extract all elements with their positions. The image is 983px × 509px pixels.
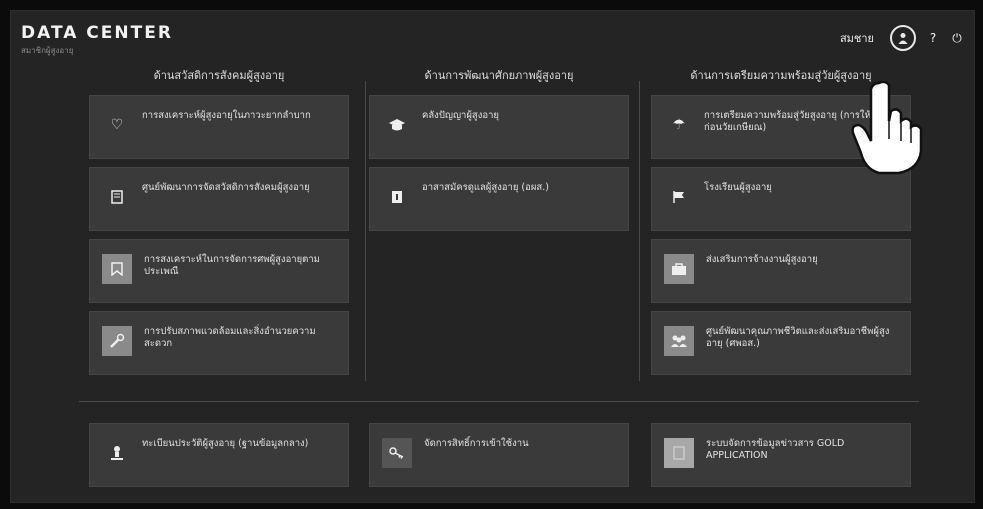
card-label: การปรับสภาพแวดล้อมและสิ่งอำนวยความสะดวก — [144, 326, 316, 349]
key-icon — [382, 438, 412, 468]
card-welfare-center[interactable]: ศูนย์พัฒนาการจัดสวัสดิการสังคมผู้สูงอายุ — [89, 167, 349, 231]
power-icon[interactable]: ⏻ — [950, 31, 964, 46]
card-elderly-school[interactable]: โรงเรียนผู้สูงอายุ — [651, 167, 911, 231]
app-title: DATA CENTER — [21, 23, 173, 43]
card-label: ทะเบียนประวัติผู้สูงอายุ (ฐานข้อมูลกลาง) — [142, 438, 309, 449]
graduation-cap-icon — [386, 114, 408, 136]
book-icon — [106, 186, 128, 208]
flag-icon — [668, 186, 690, 208]
card-knowledge-bank[interactable]: คลังปัญญาผู้สูงอายุ — [369, 95, 629, 159]
heart-icon: ♡ — [110, 117, 124, 133]
card-funeral-assistance[interactable]: การสงเคราะห์ในการจัดการศพผู้สูงอายุตามปร… — [89, 239, 349, 303]
card-label: โรงเรียนผู้สูงอายุ — [704, 182, 772, 193]
card-quality-of-life-center[interactable]: ศูนย์พัฒนาคุณภาพชีวิตและส่งเสริมอาชีพผู้… — [651, 311, 911, 375]
card-environment[interactable]: การปรับสภาพแวดล้อมและสิ่งอำนวยความสะดวก — [89, 311, 349, 375]
top-toolbar: สมชาย ? ⏻ — [840, 25, 964, 51]
person-icon — [106, 442, 128, 464]
card-label: ศูนย์พัฒนาการจัดสวัสดิการสังคมผู้สูงอายุ — [142, 182, 310, 193]
brand: DATA CENTER สมาชิกผู้สูงอายุ — [21, 23, 173, 57]
group-icon — [664, 326, 694, 356]
column-divider — [365, 81, 366, 381]
help-icon[interactable]: ? — [926, 31, 940, 45]
card-employment[interactable]: ส่งเสริมการจ้างงานผู้สูงอายุ — [651, 239, 911, 303]
card-label: ศูนย์พัฒนาคุณภาพชีวิตและส่งเสริมอาชีพผู้… — [706, 326, 890, 349]
section-divider — [79, 401, 919, 402]
user-name[interactable]: สมชาย — [840, 29, 874, 47]
card-access-rights[interactable]: จัดการสิทธิ์การเข้าใช้งาน — [369, 423, 629, 487]
umbrella-icon: ☂ — [672, 117, 686, 133]
badge-icon — [386, 186, 408, 208]
card-label: การสงเคราะห์ในการจัดการศพผู้สูงอายุตามปร… — [144, 254, 320, 277]
profile-icon[interactable] — [890, 25, 916, 51]
column-heading-development: ด้านการพัฒนาศักยภาพผู้สูงอายุ — [424, 69, 574, 82]
card-label: คลังปัญญาผู้สูงอายุ — [422, 110, 499, 121]
card-label: จัดการสิทธิ์การเข้าใช้งาน — [424, 438, 529, 449]
bookmark-icon — [102, 254, 132, 284]
wrench-icon — [102, 326, 132, 356]
card-gold-application[interactable]: ระบบจัดการข้อมูลข่าวสาร GOLD APPLICATION — [651, 423, 911, 487]
card-welfare-hardship[interactable]: ♡ การสงเคราะห์ผู้สูงอายุในภาวะยากลำบาก — [89, 95, 349, 159]
document-icon — [664, 438, 694, 468]
card-label: ส่งเสริมการจ้างงานผู้สูงอายุ — [706, 254, 818, 265]
card-volunteers[interactable]: อาสาสมัครดูแลผู้สูงอายุ (อผส.) — [369, 167, 629, 231]
card-label: การสงเคราะห์ผู้สูงอายุในภาวะยากลำบาก — [142, 110, 311, 121]
card-label: ระบบจัดการข้อมูลข่าวสาร GOLD APPLICATION — [706, 438, 845, 461]
app-subtitle: สมาชิกผู้สูงอายุ — [21, 46, 74, 55]
pointer-hand-icon — [851, 81, 923, 175]
card-label: อาสาสมัครดูแลผู้สูงอายุ (อผส.) — [422, 182, 549, 193]
briefcase-icon — [664, 254, 694, 284]
column-heading-welfare: ด้านสวัสดิการสังคมผู้สูงอายุ — [153, 69, 285, 82]
column-divider — [639, 81, 640, 381]
app-window: DATA CENTER สมาชิกผู้สูงอายุ สมชาย ? ⏻ ด… — [10, 10, 975, 503]
card-elderly-registry[interactable]: ทะเบียนประวัติผู้สูงอายุ (ฐานข้อมูลกลาง) — [89, 423, 349, 487]
